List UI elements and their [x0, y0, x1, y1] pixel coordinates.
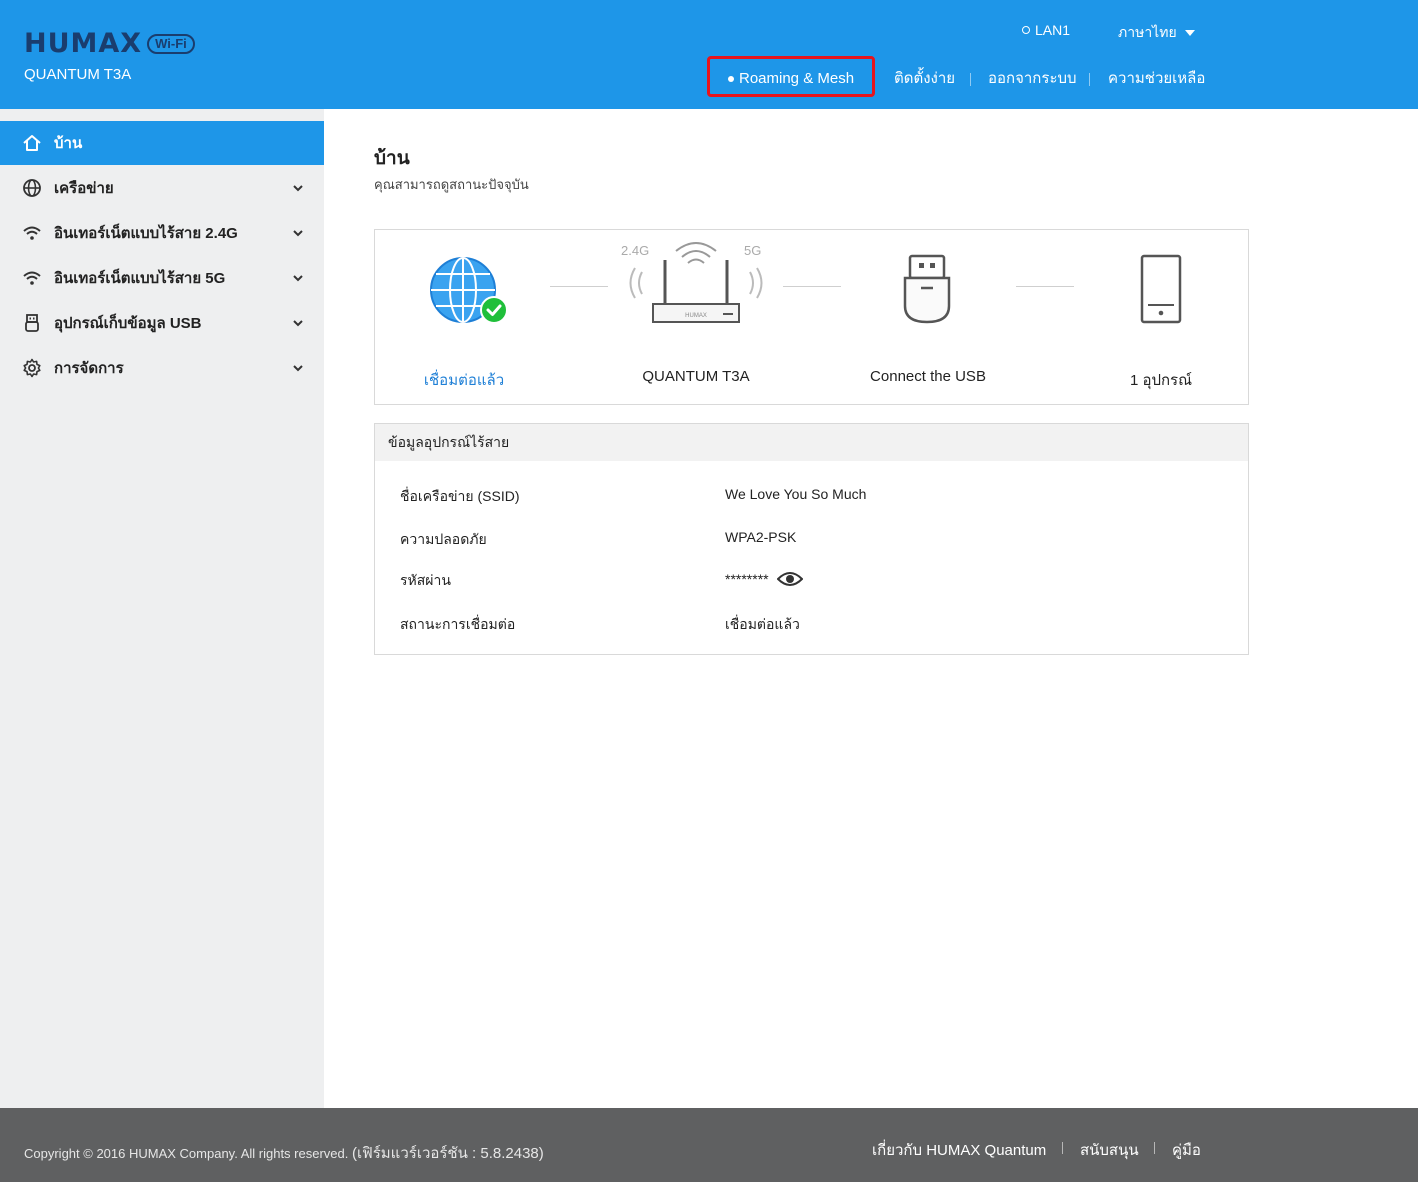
devices-status[interactable] [1140, 254, 1182, 331]
sidebar-item-usb-storage[interactable]: อุปกรณ์เก็บข้อมูล USB [0, 301, 324, 345]
password-value: ******** [725, 571, 769, 587]
firmware-version: (เฟิร์มแวร์เวอร์ชัน : 5.8.2438) [351, 1145, 544, 1162]
nav-help[interactable]: ความช่วยเหลือ [1108, 62, 1205, 96]
home-icon [22, 133, 42, 153]
sidebar-item-network[interactable]: เครือข่าย [0, 166, 324, 210]
info-value: We Love You So Much [725, 486, 867, 502]
chevron-down-icon [293, 275, 303, 282]
caret-down-icon [1184, 30, 1195, 36]
sidebar-item-wifi-24g[interactable]: อินเทอร์เน็ตแบบไร้สาย 2.4G [0, 211, 324, 255]
roaming-highlight-box [707, 56, 875, 97]
router-status[interactable]: HUMAX [623, 236, 769, 331]
wifi-icon [22, 268, 42, 288]
router-icon: HUMAX [629, 242, 763, 323]
globe-connected-icon [430, 257, 508, 324]
lan-status-dot [1022, 26, 1030, 34]
status-panel: เชื่อมต่อแล้ว 2.4G 5G HUMAX QUANTUM T3A [374, 229, 1249, 405]
sidebar-item-label: อินเทอร์เน็ตแบบไร้สาย 5G [54, 270, 226, 287]
footer: Copyright © 2016 HUMAX Company. All righ… [0, 1108, 1418, 1182]
info-value: WPA2-PSK [725, 529, 797, 545]
chevron-down-icon [293, 185, 303, 192]
info-key: ชื่อเครือข่าย (SSID) [400, 488, 520, 504]
internet-status-label[interactable]: เชื่อมต่อแล้ว [364, 368, 564, 392]
footer-copyright: Copyright © 2016 HUMAX Company. All righ… [24, 1141, 544, 1165]
info-key: สถานะการเชื่อมต่อ [400, 616, 516, 632]
info-key: ความปลอดภัย [400, 531, 487, 547]
copyright-text: Copyright © 2016 HUMAX Company. All righ… [24, 1146, 349, 1161]
chevron-down-icon [293, 230, 303, 237]
usb-status-label[interactable]: Connect the USB [828, 368, 1028, 385]
lan-indicator: LAN1 [1022, 22, 1070, 38]
sidebar-item-label: บ้าน [54, 135, 83, 152]
wireless-info-heading: ข้อมูลอุปกรณ์ไร้สาย [375, 424, 1248, 461]
info-value-wrap: ******** [725, 570, 803, 588]
lan-label: LAN1 [1035, 22, 1071, 38]
nav-logout[interactable]: ออกจากระบบ [988, 62, 1077, 96]
footer-link-support[interactable]: สนับสนุน [1080, 1138, 1139, 1162]
globe-icon [22, 178, 42, 198]
page-title: บ้าน [374, 148, 410, 169]
logo-text: HUMAX [24, 28, 143, 59]
sidebar-item-wifi-5g[interactable]: อินเทอร์เน็ตแบบไร้สาย 5G [0, 256, 324, 300]
footer-link-manual[interactable]: คู่มือ [1172, 1138, 1201, 1162]
gear-icon [22, 358, 42, 378]
nav-easy-setup[interactable]: ติดตั้งง่าย [894, 62, 955, 96]
logo-wifi-badge: Wi-Fi [147, 33, 195, 54]
sidebar-item-label: อินเทอร์เน็ตแบบไร้สาย 2.4G [54, 225, 238, 242]
language-label: ภาษาไทย [1118, 24, 1177, 40]
page-subtitle: คุณสามารถดูสถานะปัจจุบัน [374, 177, 529, 192]
router-status-label[interactable]: QUANTUM T3A [596, 368, 796, 385]
internet-status[interactable] [427, 254, 509, 331]
connector-line [783, 286, 841, 287]
phone-icon [1140, 254, 1182, 324]
nav-divider [970, 73, 971, 86]
top-header: HUMAX Wi-Fi QUANTUM T3A LAN1 ภาษาไทย Roa… [0, 0, 1418, 109]
router-brand-label: HUMAX [685, 313, 707, 319]
sidebar: บ้าน เครือข่าย อินเทอร์เน็ตแบบไร้สาย 2.4… [0, 109, 324, 1108]
info-key: รหัสผ่าน [400, 572, 451, 588]
sidebar-item-label: เครือข่าย [54, 180, 114, 197]
usb-drive-icon [903, 254, 951, 324]
chevron-down-icon [293, 320, 303, 327]
footer-divider [1062, 1142, 1063, 1154]
footer-divider [1154, 1142, 1155, 1154]
info-value: เชื่อมต่อแล้ว [725, 616, 800, 632]
sidebar-item-management[interactable]: การจัดการ [0, 346, 324, 390]
wireless-info-panel: ข้อมูลอุปกรณ์ไร้สาย ชื่อเครือข่าย (SSID)… [374, 423, 1249, 655]
footer-link-about[interactable]: เกี่ยวกับ HUMAX Quantum [872, 1138, 1046, 1162]
humax-logo[interactable]: HUMAX Wi-Fi [24, 28, 195, 59]
usb-icon [22, 313, 42, 333]
devices-status-label[interactable]: 1 อุปกรณ์ [1061, 368, 1261, 392]
sidebar-item-label: อุปกรณ์เก็บข้อมูล USB [54, 315, 202, 332]
sidebar-item-home[interactable]: บ้าน [0, 121, 324, 165]
usb-status[interactable] [902, 254, 952, 331]
eye-icon[interactable] [776, 570, 803, 588]
nav-divider [1089, 73, 1090, 86]
chevron-down-icon [293, 365, 303, 372]
sidebar-item-label: การจัดการ [54, 360, 124, 377]
wifi-icon [22, 223, 42, 243]
router-model: QUANTUM T3A [24, 66, 132, 83]
connector-line [550, 286, 608, 287]
connector-line [1016, 286, 1074, 287]
language-select[interactable]: ภาษาไทย [1118, 22, 1195, 44]
